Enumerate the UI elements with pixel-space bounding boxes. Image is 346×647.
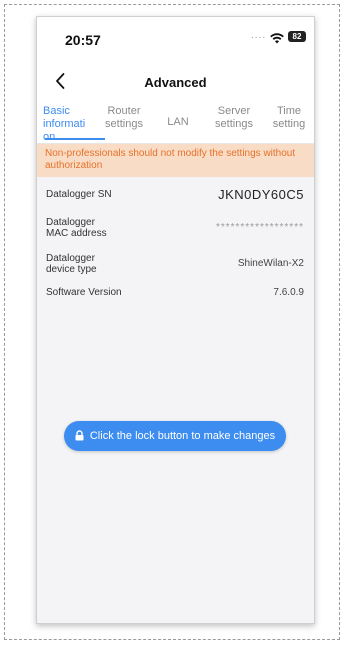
status-time: 20:57: [65, 32, 101, 48]
tab-lan[interactable]: LAN: [165, 116, 191, 129]
page-title: Advanced: [144, 75, 207, 90]
nav-bar: Advanced: [37, 63, 314, 101]
tab-time-setting[interactable]: Time setting: [269, 105, 309, 131]
signal-dots: ....: [251, 30, 267, 41]
tab-bar: Basic informati on Router settings LAN S…: [37, 101, 314, 144]
row-label: Software Version: [46, 287, 122, 298]
row-label: Datalogger device type: [46, 253, 97, 275]
phone-screen: 20:57 .... 82 Advanced Basic informati o…: [36, 16, 315, 624]
row-value: ******************: [215, 222, 304, 233]
row-value: JKN0DY60C5: [218, 187, 304, 202]
lock-icon: [75, 429, 84, 441]
wifi-icon: [270, 31, 284, 49]
row-mac-address: Datalogger MAC address *****************…: [37, 213, 314, 249]
warning-banner: Non-professionals should not modify the …: [37, 144, 314, 177]
tab-server-settings[interactable]: Server settings: [211, 105, 257, 131]
row-software-version: Software Version 7.6.0.9: [37, 279, 314, 307]
tab-router-settings[interactable]: Router settings: [101, 105, 147, 131]
row-value: ShineWilan-X2: [237, 258, 304, 269]
status-bar: 20:57 .... 82: [37, 17, 314, 63]
battery-icon: 82: [288, 31, 306, 42]
row-label: Datalogger MAC address: [46, 217, 107, 239]
lock-changes-button[interactable]: Click the lock button to make changes: [64, 421, 286, 451]
lock-button-label: Click the lock button to make changes: [89, 430, 276, 442]
active-tab-indicator: [45, 138, 105, 140]
row-value: 7.6.0.9: [273, 287, 304, 298]
row-datalogger-sn: Datalogger SN JKN0DY60C5: [37, 179, 314, 211]
row-label: Datalogger SN: [46, 189, 112, 200]
screenshot-canvas: 20:57 .... 82 Advanced Basic informati o…: [0, 0, 346, 647]
